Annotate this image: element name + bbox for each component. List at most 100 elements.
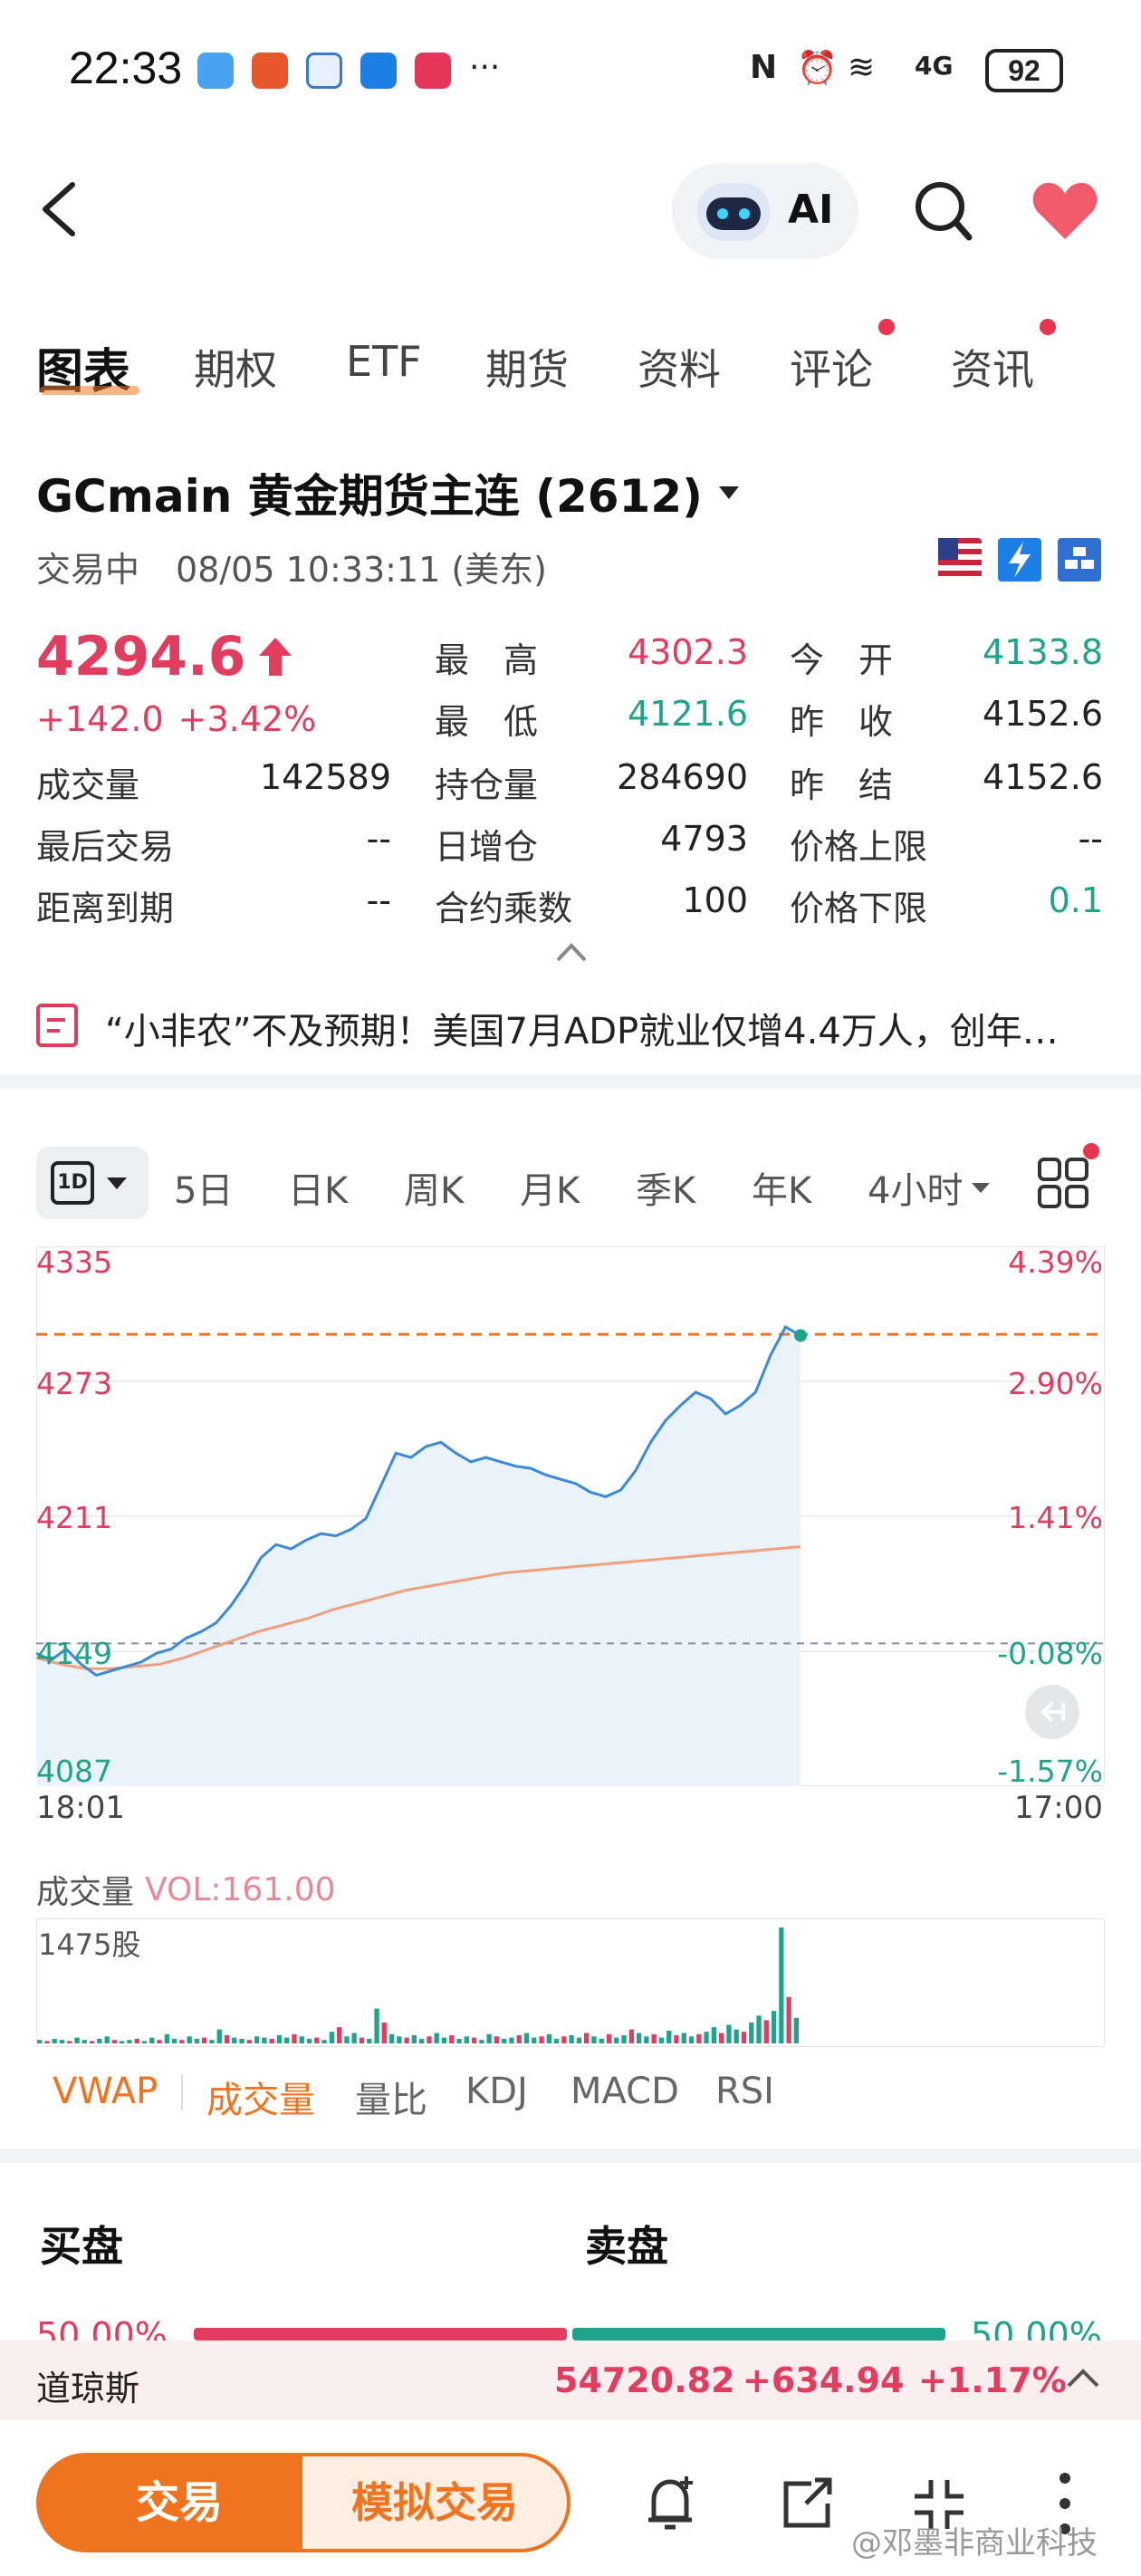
multiplier-label: 合约乘数 bbox=[435, 889, 573, 928]
dropdown-arrow-icon bbox=[107, 1177, 127, 1189]
volume-bar bbox=[628, 2029, 634, 2043]
period-4h-selector[interactable]: 4小时 bbox=[868, 1161, 992, 1214]
volume-header: 成交量 VOL:161.00 bbox=[36, 1866, 336, 1913]
volume-bar bbox=[269, 2038, 274, 2043]
volume-bar bbox=[187, 2036, 192, 2043]
indicator-divider bbox=[181, 2074, 183, 2110]
volume-bar bbox=[351, 2033, 357, 2043]
volume-bar bbox=[494, 2036, 499, 2043]
period-quarterly[interactable]: 季K bbox=[636, 1161, 695, 1214]
period-daily[interactable]: 日K bbox=[288, 1161, 348, 1214]
instrument-title: GCmain 黄金期货主连 (2612) bbox=[36, 470, 703, 523]
volume-bar bbox=[171, 2038, 177, 2043]
index-ticker[interactable]: 道琼斯 54720.82 +634.94 +1.17% bbox=[0, 2341, 1141, 2420]
volume-bar bbox=[67, 2041, 72, 2043]
us-flag-icon bbox=[938, 538, 982, 582]
open-interest-label: 持仓量 bbox=[435, 765, 539, 805]
high-value: 4302.3 bbox=[628, 632, 748, 672]
y-tick-right: 1.41% bbox=[1008, 1500, 1103, 1535]
prev-settle-value: 4152.6 bbox=[983, 757, 1103, 797]
tab-profile[interactable]: 资料 bbox=[638, 337, 721, 397]
prev-settle-label: 昨 结 bbox=[790, 765, 894, 805]
lightning-icon[interactable] bbox=[998, 538, 1041, 582]
favorite-button[interactable] bbox=[1031, 179, 1099, 243]
share-icon bbox=[783, 2477, 832, 2528]
volume-bar bbox=[591, 2036, 597, 2043]
open-label: 今 开 bbox=[790, 640, 894, 680]
buy-side-title: 买盘 bbox=[40, 2222, 123, 2271]
volume-bar bbox=[569, 2035, 574, 2043]
volume-bar bbox=[388, 2033, 395, 2043]
indicator-rsi[interactable]: RSI bbox=[715, 2071, 774, 2112]
news-headline[interactable]: “小非农”不及预期！美国7月ADP就业仅增4.4万人，创年… bbox=[105, 1002, 1059, 1054]
collapse-button[interactable] bbox=[551, 938, 592, 966]
volume-bar bbox=[59, 2040, 65, 2043]
back-button[interactable] bbox=[34, 178, 89, 241]
intraday-price-chart[interactable] bbox=[36, 1246, 1105, 1786]
volume-bar bbox=[674, 2035, 679, 2043]
tab-comments[interactable]: 评论 bbox=[790, 337, 873, 397]
share-button[interactable] bbox=[775, 2473, 839, 2536]
period-monthly[interactable]: 月K bbox=[520, 1161, 580, 1214]
period-yearly[interactable]: 年K bbox=[752, 1161, 811, 1214]
section-divider bbox=[0, 2148, 1141, 2163]
volume-bar bbox=[104, 2036, 110, 2043]
y-tick-right: 4.39% bbox=[1008, 1245, 1103, 1280]
volume-bar bbox=[434, 2033, 439, 2043]
volume-bar bbox=[276, 2035, 283, 2043]
up-arrow-icon bbox=[258, 638, 292, 676]
search-button[interactable] bbox=[911, 178, 974, 243]
trade-button[interactable]: 交易 bbox=[36, 2453, 322, 2552]
last-price: 4294.6 bbox=[36, 625, 293, 688]
sell-side-title: 卖盘 bbox=[585, 2222, 668, 2271]
simulated-trade-button[interactable]: 模拟交易 bbox=[299, 2453, 570, 2552]
volume-bar bbox=[134, 2038, 139, 2043]
volume-bar bbox=[666, 2030, 672, 2043]
volume-bar bbox=[397, 2036, 402, 2043]
x-label-end: 17:00 bbox=[1014, 1790, 1103, 1826]
volume-bar bbox=[419, 2038, 425, 2043]
tab-active-indicator bbox=[40, 386, 139, 395]
volume-bar bbox=[74, 2037, 80, 2043]
indicator-kdj[interactable]: KDJ bbox=[465, 2071, 528, 2112]
layout-grid-button[interactable] bbox=[1036, 1156, 1090, 1210]
y-tick-left: 4335 bbox=[36, 1245, 112, 1280]
indicator-volume[interactable]: 成交量 bbox=[206, 2071, 315, 2123]
tab-futures[interactable]: 期货 bbox=[485, 337, 569, 397]
period-weekly[interactable]: 周K bbox=[404, 1161, 464, 1214]
period-5d[interactable]: 5日 bbox=[174, 1161, 233, 1214]
indicator-macd[interactable]: MACD bbox=[570, 2071, 679, 2112]
gold-bars-icon[interactable] bbox=[1058, 538, 1101, 582]
back-arrow-icon bbox=[43, 182, 75, 236]
tab-etf[interactable]: ETF bbox=[346, 337, 422, 386]
volume-bar bbox=[502, 2038, 507, 2043]
section-divider bbox=[0, 1074, 1141, 1089]
price-change: +142.0 +3.42% bbox=[36, 699, 316, 739]
expiry-label: 距离到期 bbox=[36, 889, 175, 928]
volume-bar bbox=[337, 2027, 342, 2043]
reset-view-button[interactable] bbox=[1025, 1685, 1079, 1739]
volume-bar bbox=[644, 2036, 649, 2043]
notification-dot bbox=[1083, 1143, 1099, 1159]
news-icon bbox=[36, 1004, 78, 1047]
volume-bar bbox=[509, 2037, 514, 2043]
volume-bar bbox=[486, 2033, 492, 2043]
indicator-vwap[interactable]: VWAP bbox=[53, 2071, 158, 2112]
period-1d-selector[interactable]: 1D bbox=[36, 1147, 149, 1219]
instrument-selector[interactable]: GCmain 黄金期货主连 (2612) bbox=[36, 460, 743, 525]
tab-options[interactable]: 期权 bbox=[194, 337, 277, 397]
volume-chart[interactable] bbox=[36, 1918, 1105, 2047]
open-value: 4133.8 bbox=[983, 632, 1103, 672]
status-time: 22:33 bbox=[69, 43, 183, 93]
robot-icon bbox=[697, 183, 770, 241]
volume-bar bbox=[726, 2024, 732, 2043]
volume-bar bbox=[216, 2029, 222, 2043]
tab-news[interactable]: 资讯 bbox=[951, 337, 1034, 397]
volume-bar bbox=[599, 2038, 604, 2043]
app-notification-icon bbox=[415, 53, 451, 89]
volume-bar bbox=[786, 1996, 791, 2043]
volume-bar bbox=[771, 2011, 777, 2043]
price-alert-button[interactable] bbox=[639, 2473, 703, 2536]
low-label: 最 低 bbox=[435, 702, 539, 742]
indicator-volume-ratio[interactable]: 量比 bbox=[355, 2071, 427, 2123]
